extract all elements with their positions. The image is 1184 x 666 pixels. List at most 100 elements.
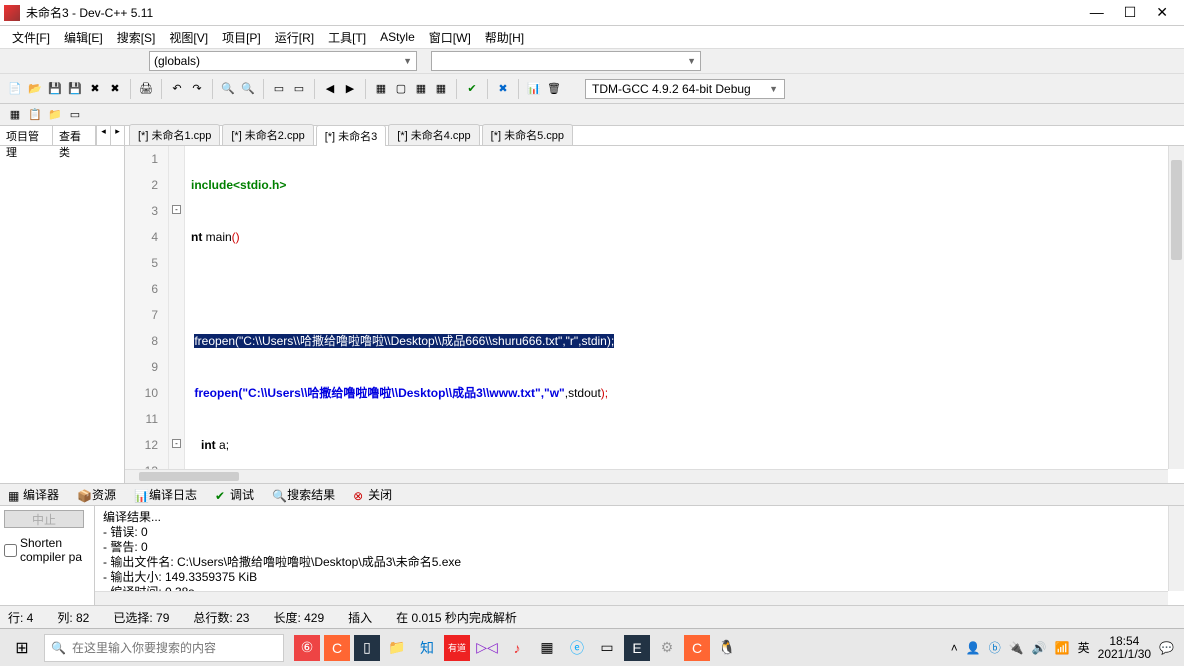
tab-file-1[interactable]: [*] 未命名1.cpp <box>129 124 220 145</box>
code-editor[interactable]: 123 456 789 101112 13 - - include<stdio.… <box>125 146 1184 483</box>
open-icon[interactable]: 📂 <box>26 80 44 98</box>
tab-project[interactable]: 项目管理 <box>0 126 53 145</box>
compiler-select[interactable]: TDM-GCC 4.9.2 64-bit Debug▼ <box>585 79 785 99</box>
app-icon[interactable]: 知 <box>414 635 440 661</box>
tab-file-4[interactable]: [*] 未命名4.cpp <box>388 124 479 145</box>
shorten-path-check[interactable]: Shorten compiler pa <box>4 536 90 564</box>
run-icon[interactable]: ▢ <box>392 80 410 98</box>
compile-icon[interactable]: ▦ <box>372 80 390 98</box>
app-icon[interactable]: ♪ <box>504 635 530 661</box>
compilerun-icon[interactable]: ▦ <box>412 80 430 98</box>
tab-file-5[interactable]: [*] 未命名5.cpp <box>482 124 573 145</box>
app-icon[interactable]: 🐧 <box>714 635 740 661</box>
app-icon[interactable]: 📁 <box>384 635 410 661</box>
menu-view[interactable]: 视图[V] <box>163 27 214 48</box>
tab-resources[interactable]: 📦资源 <box>73 484 120 505</box>
debug-icon[interactable]: ✔ <box>463 80 481 98</box>
tab-file-3[interactable]: [*] 未命名3 <box>316 125 387 146</box>
app-icon[interactable]: ▦ <box>534 635 560 661</box>
tab-debug[interactable]: ✔调试 <box>211 484 258 505</box>
code-content[interactable]: include<stdio.h> nt main() freopen("C:\\… <box>185 146 1184 483</box>
new-icon[interactable]: 📄 <box>6 80 24 98</box>
fold-marker-icon[interactable]: - <box>172 205 181 214</box>
app-icon[interactable]: ⑥ <box>294 635 320 661</box>
windows-icon: ⊞ <box>15 638 28 658</box>
tab-compilelog[interactable]: 📊编译日志 <box>130 484 201 505</box>
tray-bluetooth-icon[interactable]: ⓑ <box>989 639 1001 656</box>
abort-button[interactable]: 中止 <box>4 510 84 528</box>
tab-compiler[interactable]: ▦编译器 <box>4 484 63 505</box>
taskbar-search[interactable]: 🔍 <box>44 634 284 662</box>
close-file-icon[interactable]: ✖ <box>86 80 104 98</box>
profile-icon[interactable]: 📊 <box>525 80 543 98</box>
app-icon[interactable]: ▭ <box>594 635 620 661</box>
closeall-icon[interactable]: ✖ <box>106 80 124 98</box>
app-icon[interactable]: E <box>624 635 650 661</box>
back-icon[interactable]: ◀ <box>321 80 339 98</box>
redo-icon[interactable]: ↷ <box>188 80 206 98</box>
app-icon[interactable]: C <box>684 635 710 661</box>
separator <box>212 79 213 99</box>
tb2-icon-1[interactable]: ▦ <box>6 106 24 124</box>
tray-wifi-icon[interactable]: 📶 <box>1055 641 1070 655</box>
tb2-icon-2[interactable]: 📋 <box>26 106 44 124</box>
forward-icon[interactable]: ▶ <box>341 80 359 98</box>
app-icon[interactable]: C <box>324 635 350 661</box>
tab-close[interactable]: ⊗关闭 <box>349 484 396 505</box>
tray-power-icon[interactable]: 🔌 <box>1009 641 1024 655</box>
separator <box>314 79 315 99</box>
minimize-button[interactable]: — <box>1090 4 1104 21</box>
tab-file-2[interactable]: [*] 未命名2.cpp <box>222 124 313 145</box>
saveall-icon[interactable]: 💾 <box>66 80 84 98</box>
vertical-scrollbar[interactable] <box>1168 146 1184 469</box>
tray-notif-icon[interactable]: 💬 <box>1159 641 1174 655</box>
tab-classview[interactable]: 查看类 <box>53 126 96 145</box>
bookmark-icon[interactable]: ▭ <box>290 80 308 98</box>
replace-icon[interactable]: 🔍 <box>239 80 257 98</box>
start-button[interactable]: ⊞ <box>0 629 44 666</box>
panel-hscroll[interactable] <box>95 591 1168 605</box>
find-icon[interactable]: 🔍 <box>219 80 237 98</box>
horizontal-scrollbar[interactable] <box>125 469 1168 483</box>
tab-searchresults[interactable]: 🔍搜索结果 <box>268 484 339 505</box>
panel-next-icon[interactable]: ▸ <box>110 126 124 145</box>
rebuild-icon[interactable]: ▦ <box>432 80 450 98</box>
search-input[interactable] <box>72 641 277 655</box>
menu-project[interactable]: 项目[P] <box>216 27 267 48</box>
tray-chevron-icon[interactable]: ˄ <box>951 641 958 655</box>
tray-volume-icon[interactable]: 🔊 <box>1032 641 1047 655</box>
menu-window[interactable]: 窗口[W] <box>423 27 477 48</box>
app-icon[interactable]: 有道 <box>444 635 470 661</box>
tray-clock[interactable]: 18:542021/1/30 <box>1098 635 1151 661</box>
save-icon[interactable]: 💾 <box>46 80 64 98</box>
print-icon[interactable]: 🖨 <box>137 80 155 98</box>
menu-tools[interactable]: 工具[T] <box>322 27 372 48</box>
trash-icon[interactable]: 🗑 <box>545 80 563 98</box>
tb2-icon-4[interactable]: ▭ <box>66 106 84 124</box>
status-length: 长度: 429 <box>273 609 324 626</box>
stop-icon[interactable]: ✖ <box>494 80 512 98</box>
menu-astyle[interactable]: AStyle <box>374 28 421 46</box>
menu-file[interactable]: 文件[F] <box>6 27 56 48</box>
globals-combo[interactable]: (globals)▼ <box>149 51 417 71</box>
goto-icon[interactable]: ▭ <box>270 80 288 98</box>
member-combo[interactable]: ▼ <box>431 51 701 71</box>
tray-ime[interactable]: 英 <box>1078 639 1090 656</box>
menu-run[interactable]: 运行[R] <box>269 27 320 48</box>
menu-edit[interactable]: 编辑[E] <box>58 27 109 48</box>
maximize-button[interactable]: ☐ <box>1124 4 1137 21</box>
app-icon[interactable]: ⚙ <box>654 635 680 661</box>
fold-marker-icon[interactable]: - <box>172 439 181 448</box>
app-icon[interactable]: ⓔ <box>564 635 590 661</box>
bottom-tabbar: ▦编译器 📦资源 📊编译日志 ✔调试 🔍搜索结果 ⊗关闭 <box>0 484 1184 506</box>
menu-help[interactable]: 帮助[H] <box>479 27 530 48</box>
app-icon[interactable]: ▯ <box>354 635 380 661</box>
menu-search[interactable]: 搜索[S] <box>111 27 162 48</box>
tray-people-icon[interactable]: 👤 <box>966 641 981 655</box>
panel-prev-icon[interactable]: ◂ <box>96 126 110 145</box>
undo-icon[interactable]: ↶ <box>168 80 186 98</box>
panel-vscroll[interactable] <box>1168 506 1184 591</box>
close-button[interactable]: ✕ <box>1156 4 1168 21</box>
app-icon[interactable]: ▷◁ <box>474 635 500 661</box>
tb2-icon-3[interactable]: 📁 <box>46 106 64 124</box>
